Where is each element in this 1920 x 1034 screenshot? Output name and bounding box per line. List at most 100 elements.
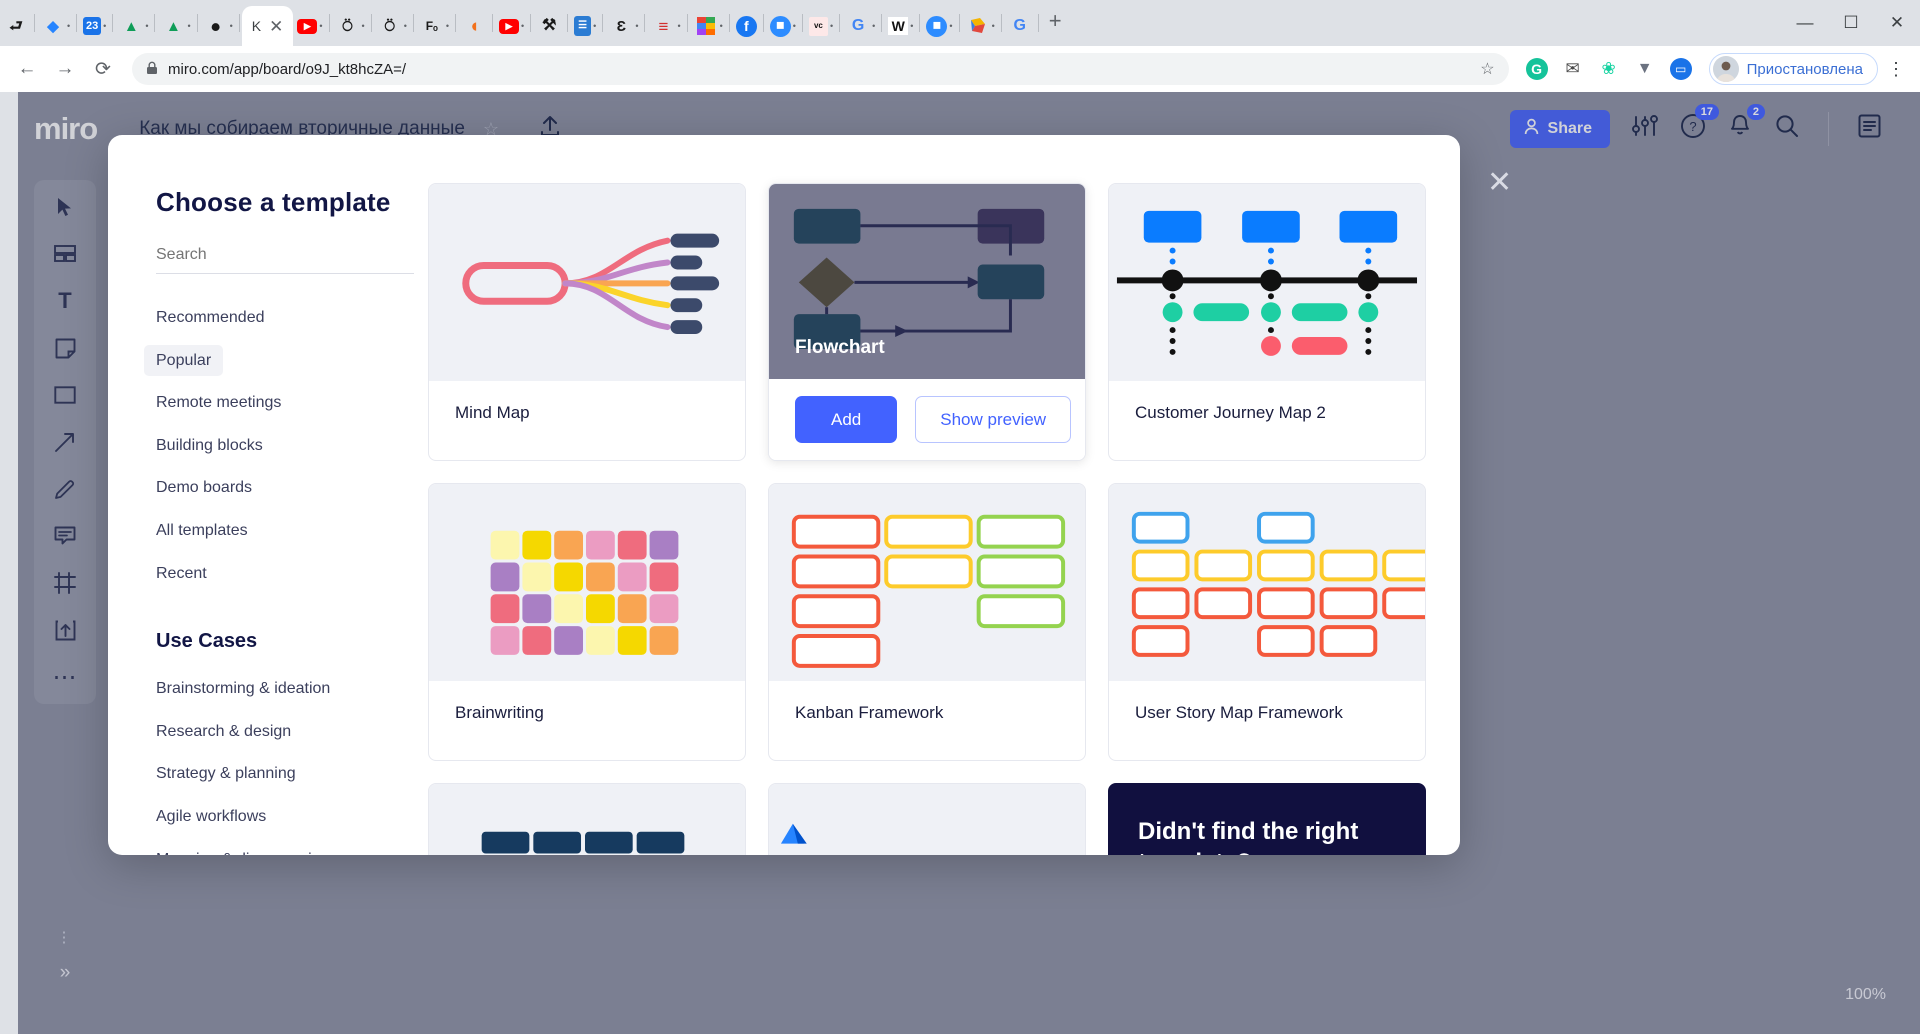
browser-tab[interactable]: ▶ • [293, 6, 326, 46]
browser-tab[interactable]: ▶ • [495, 6, 528, 46]
browser-tab[interactable]: ▲ • [157, 6, 194, 46]
template-card[interactable]: User Story Map Framework [1108, 483, 1426, 761]
search-input[interactable] [156, 246, 414, 264]
browser-tab[interactable]: ⍥ • [332, 6, 369, 46]
maximize-button[interactable]: ☐ [1828, 13, 1874, 33]
more-tools[interactable]: ⋯ [52, 664, 78, 690]
tab-dot: • [230, 21, 233, 31]
url-text: miro.com/app/board/o9J_kt8hcZA=/ [168, 61, 1470, 78]
back-button[interactable]: ← [10, 52, 44, 86]
template-card[interactable] [428, 783, 746, 855]
templates-tool[interactable] [52, 241, 78, 267]
browser-tab[interactable]: ⮐ [0, 6, 32, 46]
browser-tab[interactable]: Fₒ • [416, 6, 453, 46]
browser-tab[interactable]: f [732, 6, 761, 46]
browser-tab[interactable]: vc • [805, 6, 837, 46]
close-window-button[interactable]: ✕ [1874, 13, 1920, 33]
browser-tab[interactable]: • [962, 6, 999, 46]
frame-tool[interactable] [52, 570, 78, 596]
cursor-tool[interactable] [52, 194, 78, 220]
browser-tab[interactable]: ◼ • [766, 6, 800, 46]
notes-panel-icon[interactable] [1857, 113, 1882, 145]
template-card[interactable]: Mind Map [428, 183, 746, 461]
bookmark-star-icon[interactable]: ☆ [1480, 59, 1494, 79]
show-preview-button[interactable]: Show preview [915, 396, 1071, 443]
address-bar[interactable]: miro.com/app/board/o9J_kt8hcZA=/ ☆ [132, 53, 1509, 85]
browser-tab[interactable]: G • [842, 6, 879, 46]
tab-favicon-jira: ◆ [41, 14, 65, 38]
browser-menu-icon[interactable]: ⋮ [1882, 59, 1910, 80]
promo-card[interactable]: Didn't find the right template? [1108, 783, 1426, 855]
browser-tab[interactable]: ◆ • [37, 6, 74, 46]
new-tab-button[interactable]: + [1049, 8, 1062, 38]
upload-tool[interactable] [52, 617, 78, 643]
sidebar-item-brainstorming-ideation[interactable]: Brainstorming & ideation [144, 673, 342, 705]
customer-journey-art [1109, 184, 1425, 380]
sidebar-item-remote-meetings[interactable]: Remote meetings [144, 387, 293, 419]
pocket-extension-icon[interactable]: ▭ [1666, 54, 1696, 84]
browser-tab[interactable]: ☰ • [570, 6, 600, 46]
template-card[interactable]: Customer Journey Map 2 [1108, 183, 1426, 461]
search-icon[interactable] [1774, 113, 1800, 145]
text-tool[interactable]: T [52, 288, 78, 314]
tab-separator [112, 14, 113, 32]
sidebar-item-agile-workflows[interactable]: Agile workflows [144, 801, 278, 833]
browser-tab[interactable]: • [690, 6, 727, 46]
sidebar-item-popular[interactable]: Popular [144, 345, 223, 377]
forward-button[interactable]: → [48, 52, 82, 86]
bell-icon [1728, 113, 1752, 139]
zoom-level-label[interactable]: 100% [1845, 986, 1886, 1004]
profile-pill[interactable]: Приостановлена [1709, 53, 1878, 85]
pen-tool[interactable] [52, 476, 78, 502]
browser-tab[interactable]: ▲ • [115, 6, 152, 46]
browser-tab[interactable]: ⍥ • [374, 6, 411, 46]
template-card[interactable]: Kanban Framework [768, 483, 1086, 761]
browser-tab[interactable]: ⚒ [533, 6, 565, 46]
template-card[interactable] [768, 783, 1086, 855]
share-button[interactable]: Share [1510, 110, 1610, 148]
sidebar-item-recommended[interactable]: Recommended [144, 302, 277, 334]
sticky-note-tool[interactable] [52, 335, 78, 361]
modal-close-icon[interactable]: ✕ [1487, 168, 1512, 198]
tab-separator [455, 14, 456, 32]
sidebar-item-demo-boards[interactable]: Demo boards [144, 472, 264, 504]
expand-panel-icon[interactable]: » [60, 962, 71, 984]
shield-extension-icon[interactable]: ▼ [1630, 54, 1660, 84]
browser-tab[interactable]: Ɛ • [605, 6, 642, 46]
sidebar-item-recent[interactable]: Recent [144, 558, 219, 590]
tab-favicon-google: G [846, 14, 870, 38]
template-card-hovered[interactable]: Flowchart Add Show preview [768, 183, 1086, 461]
minimap-dots-icon[interactable]: ⋮ [57, 928, 74, 946]
mail-extension-icon[interactable]: ✉ [1558, 54, 1588, 84]
browser-tab[interactable]: G [1004, 6, 1036, 46]
tab-dot: • [793, 21, 796, 31]
sidebar-item-building-blocks[interactable]: Building blocks [144, 430, 275, 462]
browser-tab-active[interactable]: K ✕ [242, 6, 294, 46]
close-icon[interactable]: ✕ [269, 18, 283, 35]
arrow-tool[interactable] [52, 429, 78, 455]
sidebar-item-strategy-planning[interactable]: Strategy & planning [144, 758, 308, 790]
add-button[interactable]: Add [795, 396, 897, 443]
sidebar-item-mapping-diagramming[interactable]: Mapping & diagramming [144, 844, 341, 855]
browser-tab[interactable]: ⦁ • [200, 6, 237, 46]
minimize-button[interactable]: — [1782, 13, 1828, 33]
browser-tab[interactable]: ◼ • [922, 6, 956, 46]
sidebar-item-all-templates[interactable]: All templates [144, 515, 260, 547]
template-card[interactable]: Brainwriting [428, 483, 746, 761]
browser-tab[interactable]: ≡ • [647, 6, 684, 46]
grammarly-extension-icon[interactable]: G [1522, 54, 1552, 84]
browser-tab[interactable]: ◖ [458, 6, 490, 46]
shape-tool[interactable] [52, 382, 78, 408]
sidebar-item-research-design[interactable]: Research & design [144, 716, 303, 748]
help-icon[interactable]: ? 17 [1680, 113, 1706, 145]
bird-extension-icon[interactable]: ❀ [1594, 54, 1624, 84]
browser-tab[interactable]: 23 • [79, 6, 110, 46]
tab-separator [1001, 14, 1002, 32]
settings-sliders-icon[interactable] [1632, 114, 1658, 144]
tab-favicon-colorgrid [694, 14, 718, 38]
reload-button[interactable]: ⟳ [86, 52, 120, 86]
modal-sidebar: Choose a template Recommended Popular Re… [108, 135, 428, 855]
notifications-icon[interactable]: 2 [1728, 113, 1752, 145]
comment-tool[interactable] [52, 523, 78, 549]
browser-tab[interactable]: W • [884, 6, 917, 46]
